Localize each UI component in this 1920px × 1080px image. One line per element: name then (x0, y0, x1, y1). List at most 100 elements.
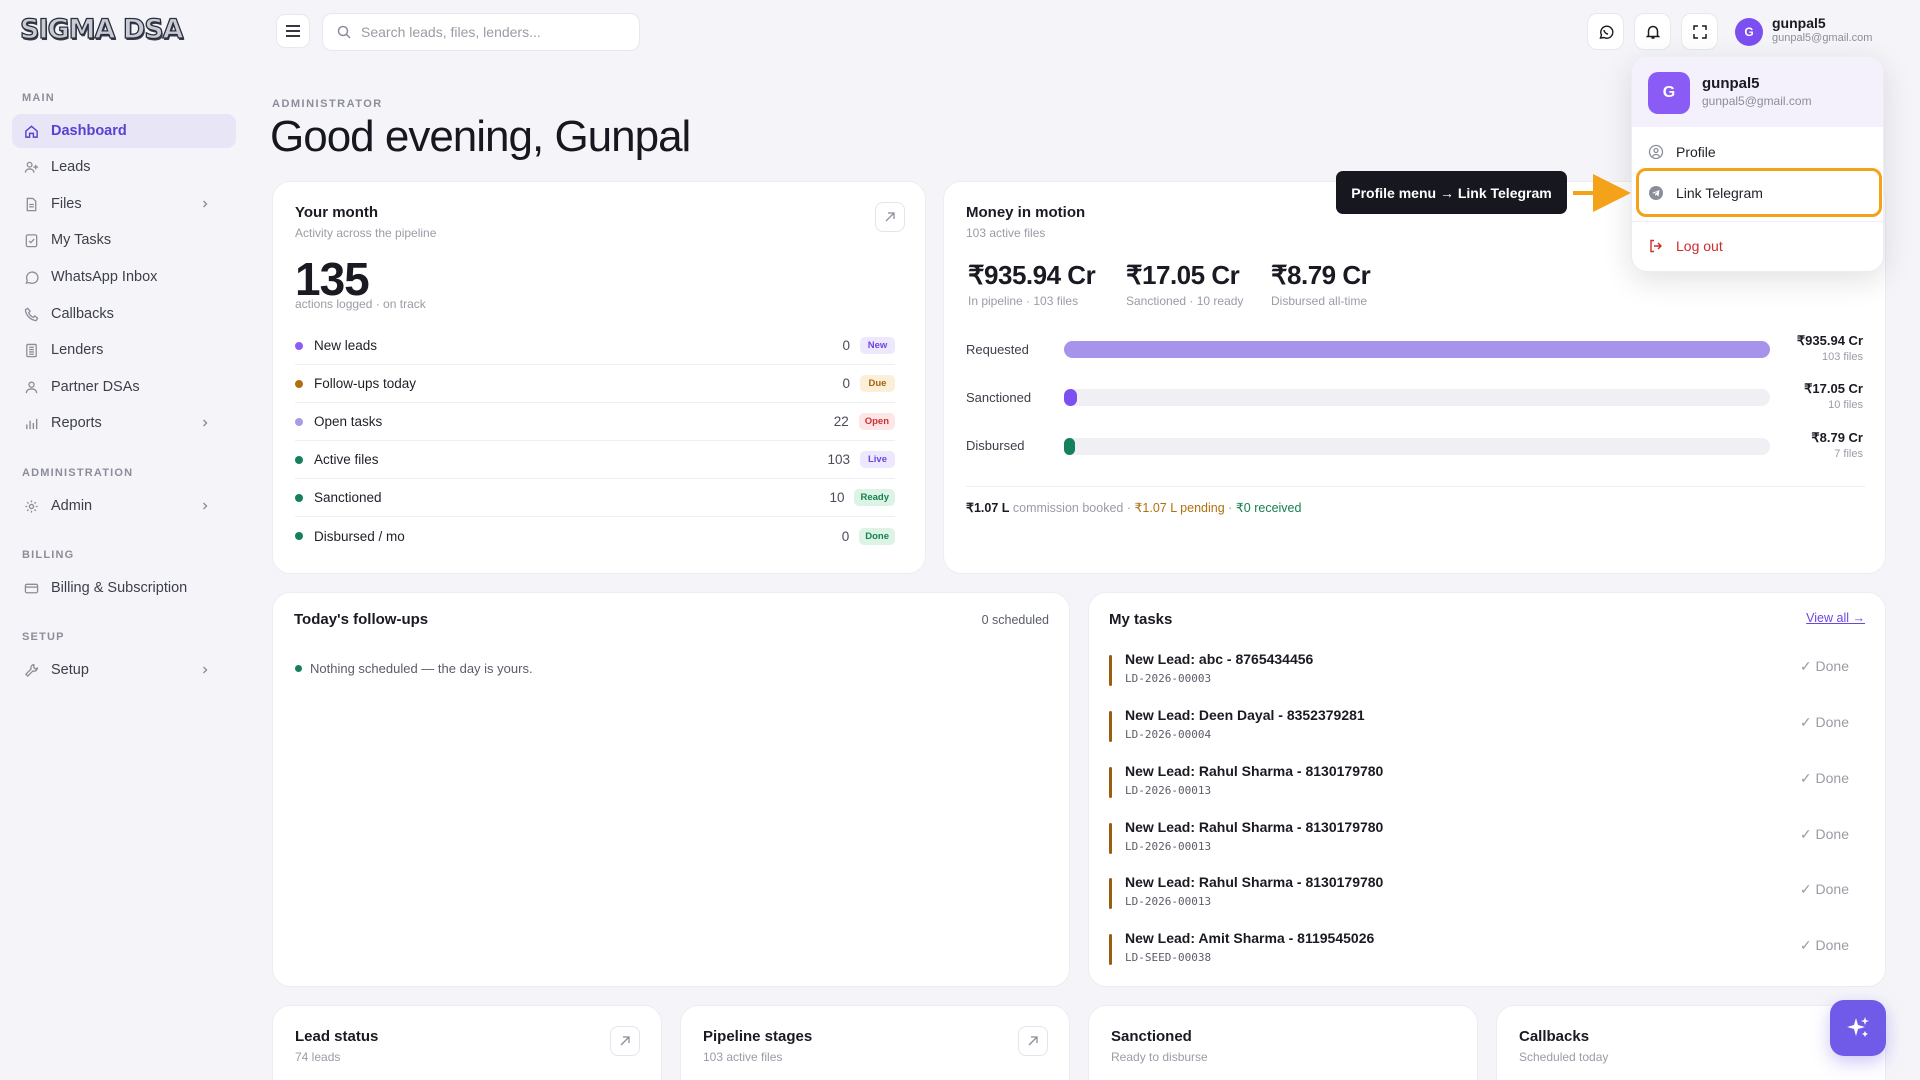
sidebar-item-label: Leads (51, 159, 91, 175)
chevron-right-icon (203, 502, 208, 510)
list-item[interactable]: New Lead: Rahul Sharma - 8130179780 LD-2… (1109, 757, 1849, 813)
sidebar-item-lenders[interactable]: Lenders (12, 333, 236, 367)
user-plus-icon (24, 161, 39, 173)
bar-amount: ₹935.94 Cr (1796, 333, 1863, 348)
priority-bar (1109, 934, 1112, 965)
list-item[interactable]: Active files 103 Live (295, 441, 895, 479)
done-button[interactable]: ✓ Done (1800, 770, 1849, 787)
menu-toggle-button[interactable] (276, 14, 310, 48)
profile-name: gunpal5 (1702, 75, 1760, 92)
sidebar-item-setup[interactable]: Setup (12, 653, 236, 687)
status-badge: Open (858, 413, 895, 430)
progress-track (1064, 341, 1770, 358)
bar-label: Sanctioned (966, 390, 1032, 405)
callout-arrow-icon (1573, 174, 1631, 212)
card-title: Sanctioned (1111, 1028, 1192, 1045)
done-button[interactable]: ✓ Done (1800, 937, 1849, 954)
list-item[interactable]: Disbursed / mo 0 Done (295, 517, 895, 555)
status-badge: Due (860, 375, 895, 392)
task-id: LD-2026-00003 (1125, 672, 1212, 685)
menu-item-profile[interactable]: Profile (1648, 144, 1716, 160)
status-badge: Live (860, 451, 895, 468)
profile-email: gunpal5@gmail.com (1702, 94, 1812, 108)
priority-bar (1109, 878, 1112, 909)
list-item[interactable]: Open tasks 22 Open (295, 403, 895, 441)
priority-bar (1109, 767, 1112, 798)
task-name: New Lead: abc - 8765434456 (1125, 651, 1314, 667)
sidebar-item-files[interactable]: Files (12, 187, 236, 221)
pipeline-amount: ₹935.94 Cr (968, 260, 1096, 290)
row-label: Active files (314, 452, 379, 467)
done-button[interactable]: ✓ Done (1800, 714, 1849, 731)
status-dot (295, 532, 303, 540)
card-subtitle: Activity across the pipeline (295, 226, 437, 240)
row-label: New leads (314, 338, 378, 353)
expand-button[interactable] (610, 1026, 640, 1056)
expand-button[interactable] (1018, 1026, 1048, 1056)
avatar[interactable]: G (1735, 18, 1763, 46)
row-value: 0 (841, 528, 850, 544)
done-label: Done (1815, 937, 1849, 953)
status-badge: New (860, 337, 895, 354)
sidebar-item-label: WhatsApp Inbox (51, 269, 158, 285)
disbursed-caption: Disbursed all-time (1271, 294, 1368, 308)
card-title: Lead status (295, 1028, 379, 1045)
notifications-button[interactable] (1634, 13, 1671, 50)
row-value: 0 (842, 376, 850, 391)
chevron-right-icon (203, 666, 208, 674)
view-all-link[interactable]: View all → (1806, 611, 1865, 625)
priority-bar (1109, 823, 1112, 854)
search-input[interactable] (361, 24, 621, 40)
phone-icon (24, 307, 39, 321)
task-name: New Lead: Deen Dayal - 8352379281 (1125, 707, 1365, 723)
sidebar-item-whatsapp-inbox[interactable]: WhatsApp Inbox (12, 260, 236, 294)
tasks-card: My tasks View all → New Lead: abc - 8765… (1088, 592, 1886, 987)
done-button[interactable]: ✓ Done (1800, 826, 1849, 843)
commission-received: ₹0 received (1235, 501, 1302, 515)
menu-item-logout[interactable]: Log out (1648, 238, 1723, 254)
divider (966, 486, 1865, 487)
whatsapp-button[interactable] (1587, 13, 1624, 50)
sidebar-item-billing[interactable]: Billing & Subscription (12, 571, 236, 605)
ai-assistant-button[interactable] (1830, 1000, 1886, 1056)
commission-separator: · (1228, 501, 1233, 515)
sidebar-item-admin[interactable]: Admin (12, 489, 236, 523)
checklist-icon (25, 233, 38, 247)
menu-item-label: Log out (1676, 238, 1723, 254)
sidebar-item-label: Partner DSAs (51, 379, 140, 395)
task-id: LD-2026-00013 (1125, 840, 1212, 853)
sidebar-item-partner-dsas[interactable]: Partner DSAs (12, 370, 236, 404)
done-button[interactable]: ✓ Done (1800, 881, 1849, 898)
fullscreen-button[interactable] (1681, 13, 1718, 50)
list-item[interactable]: New Lead: Rahul Sharma - 8130179780 LD-2… (1109, 813, 1849, 869)
card-title: Money in motion (966, 204, 1086, 221)
progress-track (1064, 389, 1770, 406)
list-item[interactable]: New Lead: Deen Dayal - 8352379281 LD-202… (1109, 701, 1849, 757)
list-item[interactable]: Sanctioned 10 Ready (295, 479, 895, 517)
card-title: Pipeline stages (703, 1028, 813, 1045)
list-item[interactable]: New leads 0 New (295, 327, 895, 365)
sidebar-item-dashboard[interactable]: Dashboard (12, 114, 236, 148)
list-item[interactable]: New Lead: Amit Sharma - 8119545026 LD-SE… (1109, 924, 1849, 980)
divider (1632, 221, 1883, 222)
sidebar-item-callbacks[interactable]: Callbacks (12, 297, 236, 331)
building-icon (26, 343, 37, 357)
card-subtitle: Scheduled today (1519, 1050, 1609, 1064)
list-item[interactable]: Follow-ups today 0 Due (295, 365, 895, 403)
list-item[interactable]: New Lead: Rahul Sharma - 8130179780 LD-2… (1109, 868, 1849, 924)
disbursed-amount: ₹8.79 Cr (1271, 260, 1371, 290)
sidebar-item-reports[interactable]: Reports (12, 406, 236, 440)
search-bar (322, 13, 640, 51)
brand-logo[interactable]: SIGMA DSA (19, 13, 184, 45)
done-button[interactable]: ✓ Done (1800, 658, 1849, 675)
sidebar-item-my-tasks[interactable]: My Tasks (12, 223, 236, 257)
card-subtitle: 103 active files (703, 1050, 783, 1064)
list-item[interactable]: New Lead: abc - 8765434456 LD-2026-00003… (1109, 645, 1849, 701)
sidebar-item-leads[interactable]: Leads (12, 150, 236, 184)
user-name[interactable]: gunpal5 (1772, 15, 1826, 31)
user-circle-icon (1648, 144, 1664, 160)
role-label: ADMINISTRATOR (272, 98, 383, 110)
task-name: New Lead: Rahul Sharma - 8130179780 (1125, 819, 1384, 835)
expand-button[interactable] (875, 202, 905, 232)
card-title: My tasks (1109, 611, 1173, 628)
